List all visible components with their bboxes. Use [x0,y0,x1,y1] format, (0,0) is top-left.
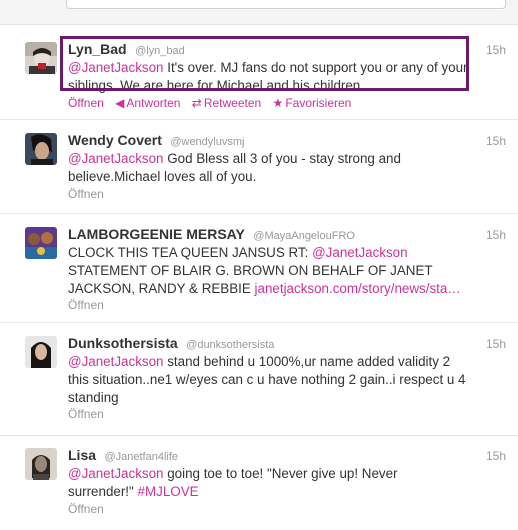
tweet-item[interactable]: Dunksothersista @dunksothersista 15h @Ja… [0,323,518,436]
timestamp[interactable]: 15h [486,228,506,242]
reply-icon: ◀ [115,96,125,110]
user-name[interactable]: Lisa [68,447,96,463]
tweet-header: Wendy Covert @wendyluvsmj [68,132,244,150]
hashtag-link[interactable]: #MJLOVE [138,484,199,499]
tweet-item[interactable]: Lyn_Bad @lyn_bad 15h @JanetJackson It's … [0,25,518,120]
tweet-text: @JanetJackson stand behind u 1000%,ur na… [68,353,473,407]
user-name[interactable]: Lyn_Bad [68,41,127,57]
open-link[interactable]: Öffnen [68,96,104,110]
tweet-text: @JanetJackson God Bless all 3 of you - s… [68,150,428,186]
mention-link[interactable]: @JanetJackson [68,60,163,75]
user-handle[interactable]: @wendyluvsmj [170,136,244,148]
avatar[interactable] [25,336,57,368]
favorite-label: Favorisieren [285,96,352,110]
timestamp[interactable]: 15h [486,337,506,351]
user-handle[interactable]: @dunksothersista [186,339,274,351]
mention-link[interactable]: @JanetJackson [68,151,163,166]
top-bar [0,0,518,25]
tweet-actions: Öffnen [68,407,112,421]
mention-link[interactable]: @JanetJackson [68,466,163,481]
tweet-actions: Öffnen ◀ Antworten ⇄ Retweeten ★ Favorisier… [68,96,359,110]
user-handle[interactable]: @MayaAngelouFRO [253,230,355,242]
reply-button[interactable]: ◀ Antworten [115,96,180,110]
retweet-label: Retweeten [203,96,262,110]
avatar[interactable] [25,42,57,74]
tweet-header: LAMBORGEENIE MERSAY @MayaAngelouFRO [68,226,355,244]
user-name[interactable]: LAMBORGEENIE MERSAY [68,226,245,242]
timestamp[interactable]: 15h [486,449,506,463]
tweet-actions: Öffnen [68,298,112,312]
mention-link[interactable]: @JanetJackson [312,245,407,260]
tweet-item[interactable]: Lisa @Janetfan4life 15h @JanetJackson go… [0,436,518,530]
tweet-compose-box[interactable] [66,0,506,9]
open-link[interactable]: Öffnen [68,187,104,201]
tweet-body-start: CLOCK THIS TEA QUEEN JANSUS RT: [68,245,309,260]
user-handle[interactable]: @Janetfan4life [104,451,178,463]
tweet-text: @JanetJackson It's over. MJ fans do not … [68,59,478,95]
tweet-text: CLOCK THIS TEA QUEEN JANSUS RT: @JanetJa… [68,244,478,298]
user-name[interactable]: Wendy Covert [68,132,162,148]
tweet-actions: Öffnen [68,187,112,201]
tweet-header: Lisa @Janetfan4life [68,447,178,465]
retweet-icon: ⇄ [191,96,202,110]
favorite-button[interactable]: ★ Favorisieren [273,96,352,110]
timestamp[interactable]: 15h [486,43,506,57]
avatar[interactable] [25,227,57,259]
open-link[interactable]: Öffnen [68,407,104,421]
tweet-actions: Öffnen [68,502,112,516]
timestamp[interactable]: 15h [486,134,506,148]
user-handle[interactable]: @lyn_bad [135,45,185,57]
tweet-item[interactable]: LAMBORGEENIE MERSAY @MayaAngelouFRO 15h … [0,214,518,323]
tweet-item[interactable]: Wendy Covert @wendyluvsmj 15h @JanetJack… [0,120,518,214]
open-link[interactable]: Öffnen [68,298,104,312]
tweet-header: Dunksothersista @dunksothersista [68,335,274,353]
open-link[interactable]: Öffnen [68,502,104,516]
retweet-button[interactable]: ⇄ Retweeten [192,96,261,110]
tweet-header: Lyn_Bad @lyn_bad [68,41,185,59]
mention-link[interactable]: @JanetJackson [68,354,163,369]
tweet-stream: Lyn_Bad @lyn_bad 15h @JanetJackson It's … [0,25,518,530]
user-name[interactable]: Dunksothersista [68,335,178,351]
avatar[interactable] [25,133,57,165]
star-icon: ★ [272,96,284,110]
tweet-text: @JanetJackson going toe to toe! "Never g… [68,465,448,501]
avatar[interactable] [25,448,57,480]
reply-label: Antworten [126,96,181,110]
url-link[interactable]: janetjackson.com/story/news/sta… [255,281,461,296]
